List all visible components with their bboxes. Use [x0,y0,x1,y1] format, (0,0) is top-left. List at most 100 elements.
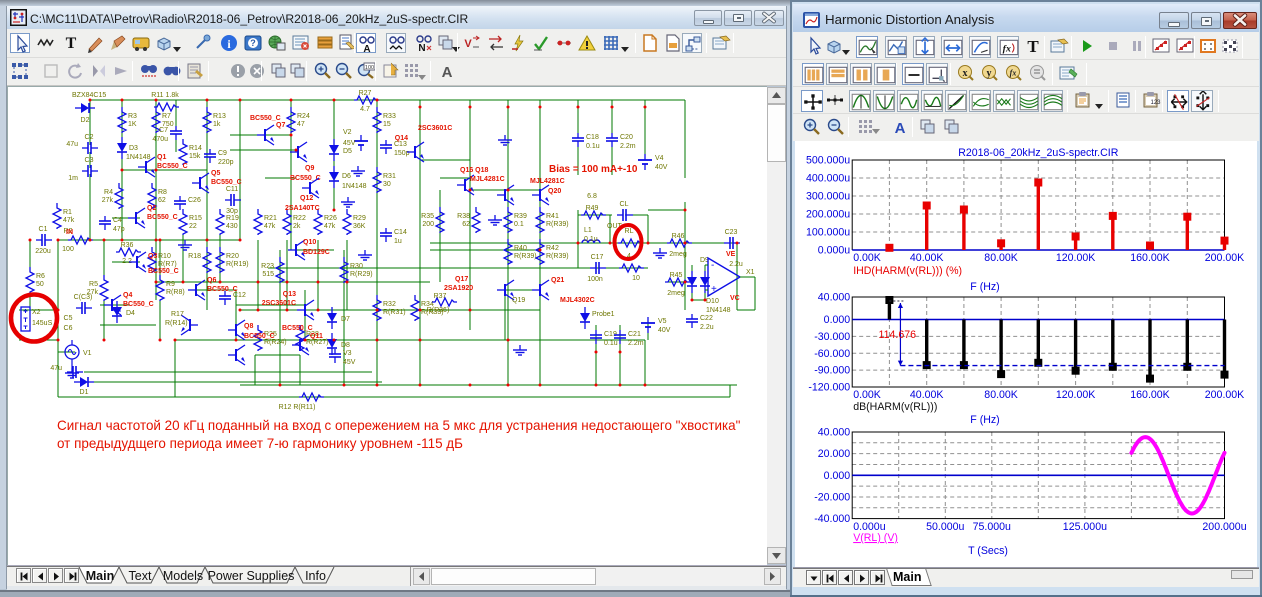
svg-text:R41: R41 [546,213,559,220]
svg-text:36K: 36K [353,223,366,230]
svg-text:100: 100 [62,246,74,253]
svg-text:Q12: Q12 [300,195,313,202]
svg-text:120.00K: 120.00K [1056,252,1095,264]
svg-text:R(R36): R(R36) [427,307,450,314]
svg-text:160.00K: 160.00K [1130,389,1169,401]
svg-text:Power Supplies: Power Supplies [208,569,295,583]
svg-text:80.00K: 80.00K [984,389,1018,401]
svg-text:75.000u: 75.000u [973,521,1011,533]
svg-text:Text: Text [129,569,152,583]
svg-text:D1: D1 [80,389,89,396]
svg-text:BC550_C: BC550_C [157,163,188,170]
svg-text:R46: R46 [672,233,685,240]
svg-text:R7: R7 [162,113,171,120]
svg-text:100n: 100n [587,276,603,283]
svg-text:2SA140TC: 2SA140TC [285,205,320,212]
svg-text:+: + [711,284,717,295]
svg-text:X2: X2 [32,309,41,316]
svg-text:R4: R4 [104,189,113,196]
svg-text:R35: R35 [421,213,434,220]
svg-text:R21: R21 [264,215,277,222]
svg-text:Q17: Q17 [455,276,468,283]
svg-text:2k: 2k [293,223,301,230]
svg-text:A: A [442,64,453,81]
svg-text:dB(HARM(v(RL))): dB(HARM(v(RL))) [853,401,937,413]
svg-text:0.000: 0.000 [824,470,851,482]
svg-text:R23: R23 [261,263,274,270]
svg-text:V1: V1 [83,350,92,357]
svg-text:30: 30 [383,181,391,188]
svg-text:BC550_C: BC550_C [207,286,238,293]
svg-text:2.2m: 2.2m [620,143,636,150]
svg-text:200.00K: 200.00K [1205,389,1244,401]
svg-text:200.000u: 200.000u [1202,521,1246,533]
svg-text:6.8: 6.8 [587,193,597,200]
svg-text:R(R39): R(R39) [514,253,537,260]
svg-text:Probe1: Probe1 [592,311,615,318]
svg-text:114.676: 114.676 [878,329,916,341]
svg-text:C(C3): C(C3) [74,294,93,301]
svg-text:Q10: Q10 [303,239,316,246]
svg-text:R6: R6 [36,273,45,280]
svg-text:22: 22 [189,223,197,230]
svg-text:220u: 220u [35,248,51,255]
svg-text:62: 62 [462,221,470,228]
svg-text:D7: D7 [341,316,350,323]
svg-text:40.000: 40.000 [818,292,851,304]
svg-text:R15: R15 [189,215,202,222]
svg-text:R30: R30 [350,263,363,270]
svg-text:0.000: 0.000 [824,314,851,326]
svg-text:0.1: 0.1 [514,221,524,228]
svg-text:20.000: 20.000 [818,448,851,460]
svg-text:Q6: Q6 [207,277,216,284]
svg-text:?: ? [250,38,256,48]
svg-text:R24: R24 [297,113,310,120]
svg-text:D6: D6 [342,173,351,180]
svg-text:VE: VE [726,251,736,258]
svg-text:50.000u: 50.000u [926,521,964,533]
svg-text:R9: R9 [166,281,175,288]
svg-text:-: - [711,260,714,271]
svg-text:BC550_C: BC550_C [123,301,154,308]
svg-text:300.000u: 300.000u [806,191,850,203]
svg-text:x: x [963,68,968,79]
svg-text:47u: 47u [66,141,78,148]
svg-text:R37: R37 [434,293,447,300]
svg-text:1m: 1m [68,175,78,182]
svg-text:Q14: Q14 [395,135,408,142]
svg-text:0.1u: 0.1u [584,236,598,243]
svg-text:R(R14): R(R14) [165,320,188,327]
svg-text:2SC3601C: 2SC3601C [262,300,296,307]
svg-text:-120.000: -120.000 [808,382,850,394]
svg-text:R45: R45 [670,272,683,279]
svg-text:2.2m: 2.2m [628,340,644,347]
svg-text:V(RL) (V): V(RL) (V) [853,532,898,544]
svg-text:BC550_C: BC550_C [147,214,178,221]
svg-text:27k: 27k [102,197,114,204]
svg-text:1u: 1u [394,238,402,245]
svg-text:MJL4302C: MJL4302C [560,297,595,304]
svg-text:R19: R19 [226,215,239,222]
svg-text:Q8: Q8 [244,323,253,330]
svg-text:430: 430 [226,223,238,230]
svg-text:50: 50 [36,281,44,288]
svg-text:Q21: Q21 [551,277,564,284]
svg-text:47k: 47k [324,223,336,230]
svg-text:R38: R38 [457,213,470,220]
svg-text:MJL4281C: MJL4281C [530,178,565,185]
svg-text:R31: R31 [383,173,396,180]
svg-text:1N4148: 1N4148 [126,154,151,161]
svg-text:45V: 45V [343,359,356,366]
svg-text:R(R7): R(R7) [158,261,177,268]
svg-text:45V: 45V [343,140,356,147]
svg-text:MJL4281C: MJL4281C [470,176,505,183]
svg-text:C11: C11 [226,186,238,193]
svg-text:515: 515 [262,271,274,278]
svg-text:BC550_C: BC550_C [244,333,275,340]
svg-text:R(R39): R(R39) [546,253,569,260]
svg-text:A: A [895,120,906,137]
svg-text:200: 200 [422,221,434,228]
svg-text:Info: Info [305,569,326,583]
svg-text:47u: 47u [50,365,62,372]
svg-text:1k: 1k [213,121,221,128]
